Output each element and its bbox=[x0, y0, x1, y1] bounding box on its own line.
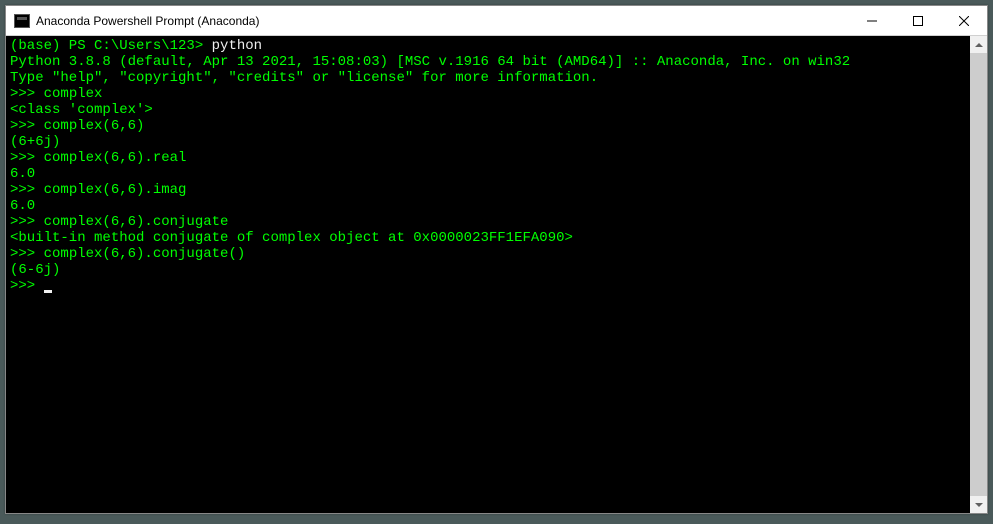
repl-output: <class 'complex'> bbox=[10, 102, 153, 118]
maximize-icon bbox=[913, 16, 923, 26]
titlebar[interactable]: Anaconda Powershell Prompt (Anaconda) bbox=[6, 6, 987, 36]
window-controls bbox=[849, 6, 987, 35]
chevron-down-icon bbox=[975, 503, 983, 507]
maximize-button[interactable] bbox=[895, 6, 941, 35]
repl-input: complex(6,6).conjugate bbox=[44, 214, 229, 230]
python-help: Type "help", "copyright", "credits" or "… bbox=[10, 70, 598, 86]
repl-input: complex(6,6).real bbox=[44, 150, 187, 166]
repl-output: (6-6j) bbox=[10, 262, 60, 278]
ps-prompt: (base) PS C:\Users\123> bbox=[10, 38, 212, 54]
repl-output: (6+6j) bbox=[10, 134, 60, 150]
terminal-content[interactable]: (base) PS C:\Users\123> python Python 3.… bbox=[6, 36, 970, 513]
cursor bbox=[44, 290, 52, 293]
repl-prompt: >>> bbox=[10, 246, 44, 262]
repl-input: complex(6,6) bbox=[44, 118, 145, 134]
repl-output: 6.0 bbox=[10, 166, 35, 182]
close-icon bbox=[959, 16, 969, 26]
repl-prompt: >>> bbox=[10, 214, 44, 230]
repl-output: 6.0 bbox=[10, 198, 35, 214]
repl-input: complex(6,6).conjugate() bbox=[44, 246, 246, 262]
repl-prompt: >>> bbox=[10, 86, 44, 102]
minimize-icon bbox=[867, 16, 877, 26]
ps-command: python bbox=[212, 38, 262, 54]
repl-output: <built-in method conjugate of complex ob… bbox=[10, 230, 573, 246]
window-title: Anaconda Powershell Prompt (Anaconda) bbox=[36, 14, 849, 28]
chevron-up-icon bbox=[975, 43, 983, 47]
scroll-up-button[interactable] bbox=[970, 36, 987, 53]
scrollbar[interactable] bbox=[970, 36, 987, 513]
scroll-track[interactable] bbox=[970, 53, 987, 496]
terminal-window: Anaconda Powershell Prompt (Anaconda) (b… bbox=[5, 5, 988, 514]
repl-input: complex bbox=[44, 86, 103, 102]
app-icon bbox=[14, 14, 30, 28]
repl-prompt: >>> bbox=[10, 182, 44, 198]
terminal-area: (base) PS C:\Users\123> python Python 3.… bbox=[6, 36, 987, 513]
python-version: Python 3.8.8 (default, Apr 13 2021, 15:0… bbox=[10, 54, 850, 70]
repl-prompt: >>> bbox=[10, 118, 44, 134]
scroll-down-button[interactable] bbox=[970, 496, 987, 513]
minimize-button[interactable] bbox=[849, 6, 895, 35]
scroll-thumb[interactable] bbox=[970, 53, 987, 496]
close-button[interactable] bbox=[941, 6, 987, 35]
repl-prompt: >>> bbox=[10, 150, 44, 166]
repl-prompt: >>> bbox=[10, 278, 44, 294]
repl-input: complex(6,6).imag bbox=[44, 182, 187, 198]
